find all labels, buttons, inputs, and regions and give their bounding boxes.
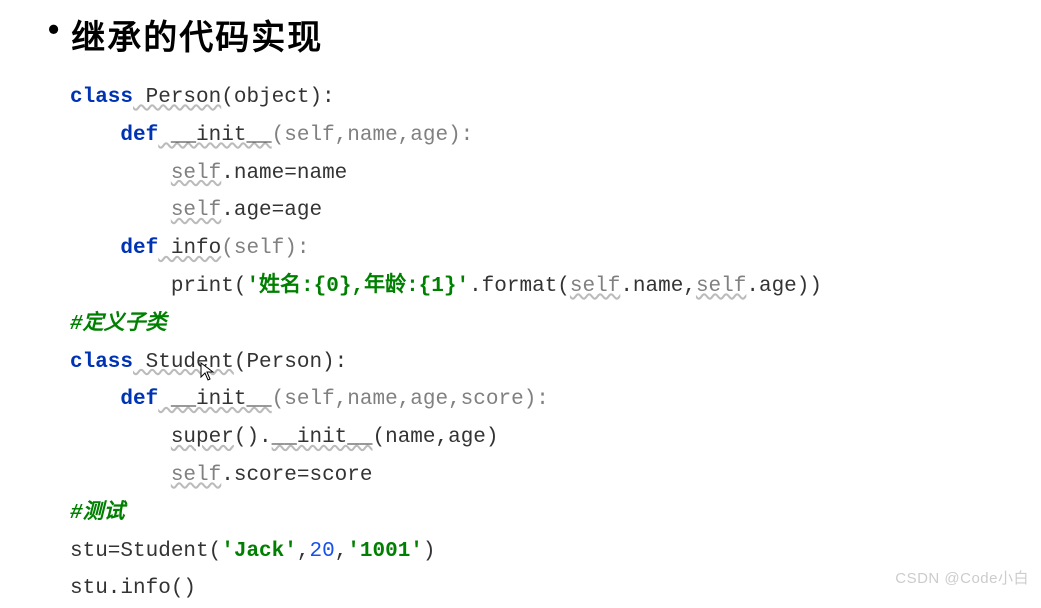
code-line-13: stu=Student('Jack',20,'1001'): [70, 533, 1041, 571]
code-line-12: #测试: [70, 495, 1041, 533]
heading-text: 继承的代码实现: [71, 10, 323, 59]
code-line-5: def info(self):: [70, 230, 1041, 268]
code-line-9: def __init__(self,name,age,score):: [70, 381, 1041, 419]
slide-heading: • 继承的代码实现: [0, 0, 1041, 59]
heading-bullet: •: [48, 10, 59, 48]
code-line-10: super().__init__(name,age): [70, 419, 1041, 457]
code-line-3: self.name=name: [70, 155, 1041, 193]
code-line-2: def __init__(self,name,age):: [70, 117, 1041, 155]
code-line-8: class Student(Person):: [70, 344, 1041, 382]
watermark-text: CSDN @Code小白: [895, 567, 1029, 588]
code-block: class Person(object): def __init__(self,…: [70, 79, 1041, 608]
code-line-1: class Person(object):: [70, 79, 1041, 117]
code-line-4: self.age=age: [70, 192, 1041, 230]
code-line-6: print('姓名:{0},年龄:{1}'.format(self.name,s…: [70, 268, 1041, 306]
code-line-11: self.score=score: [70, 457, 1041, 495]
code-line-7: #定义子类: [70, 306, 1041, 344]
